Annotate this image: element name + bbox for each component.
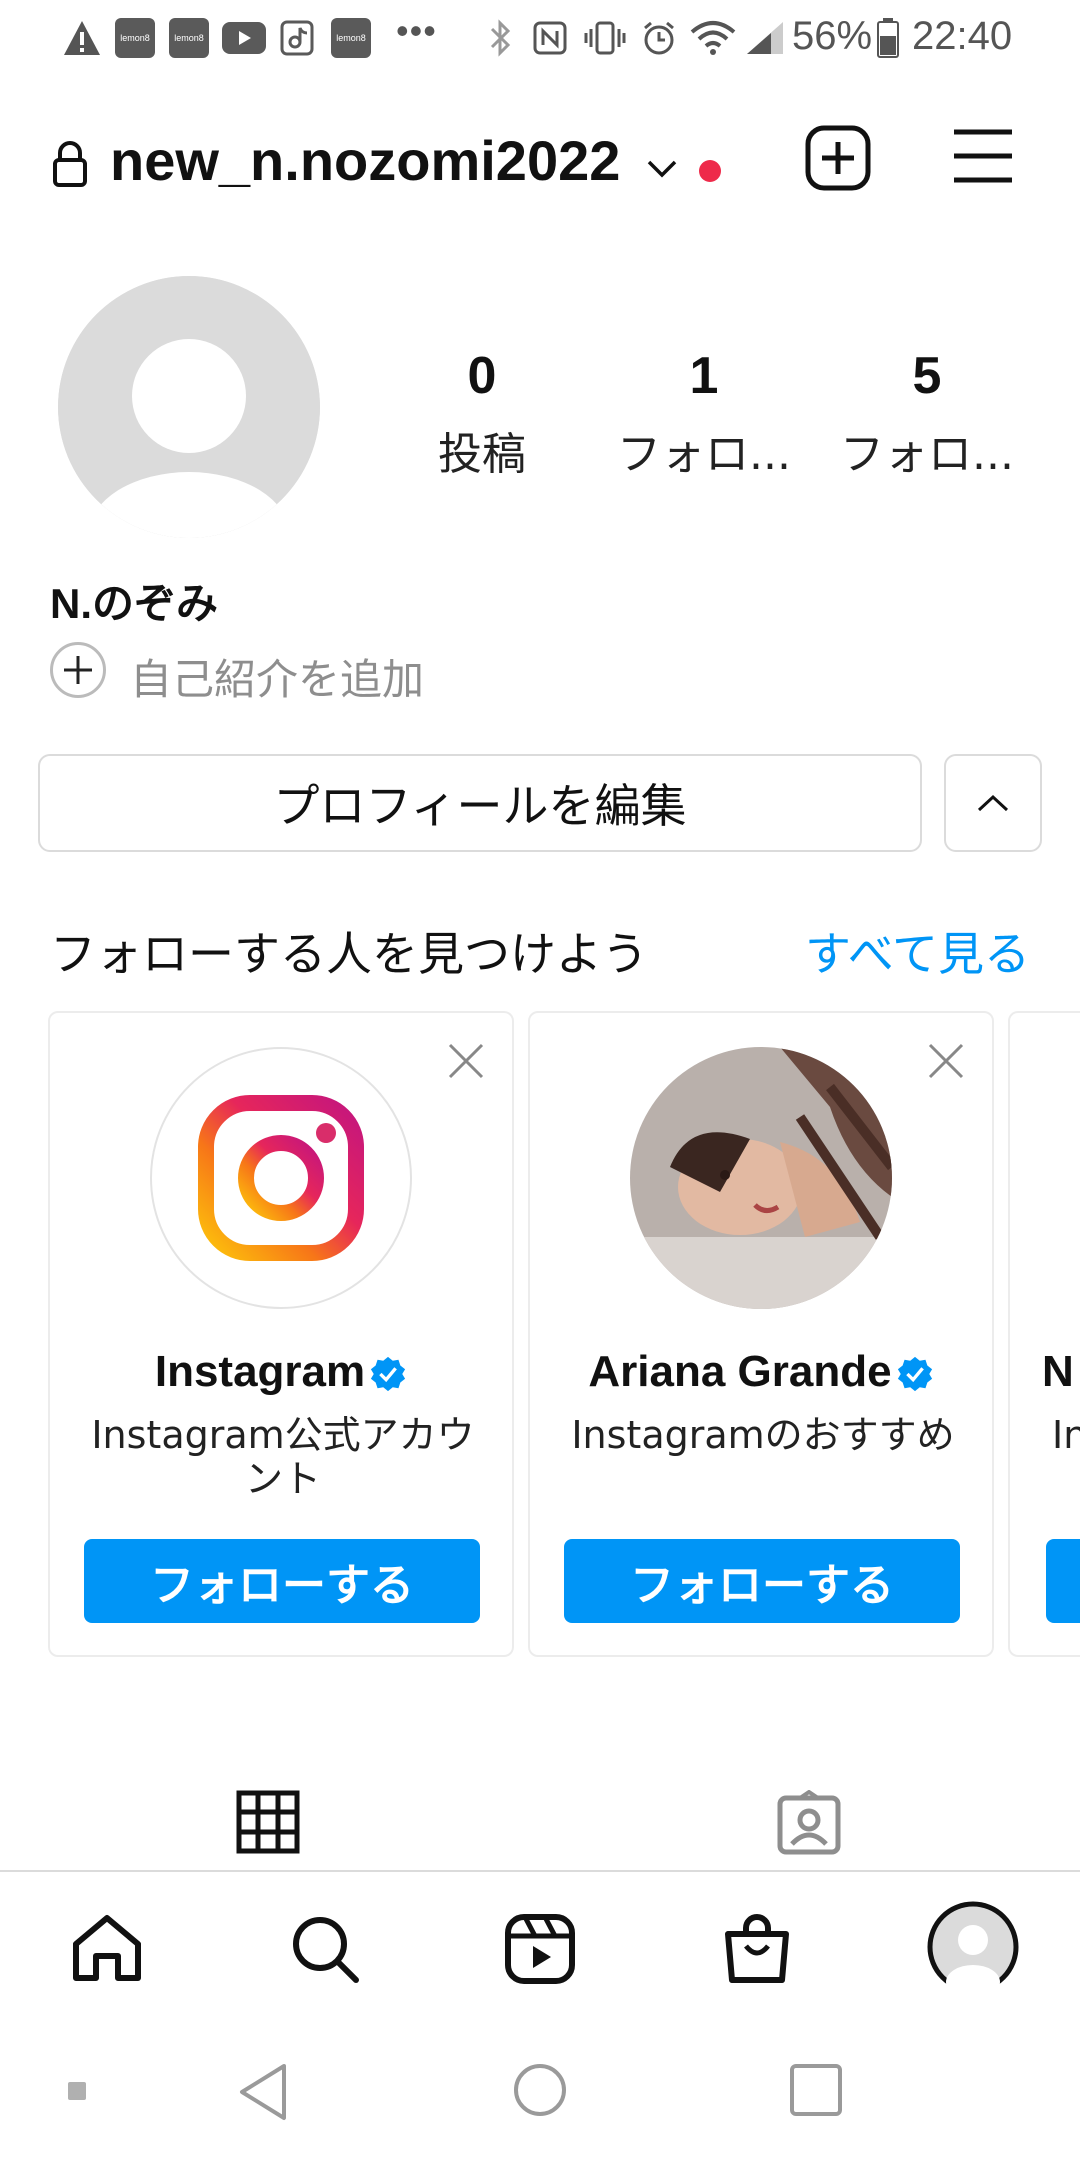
alert-icon bbox=[60, 18, 104, 58]
suggestion-subtitle: In bbox=[1052, 1413, 1080, 1457]
menu-icon[interactable] bbox=[952, 126, 1014, 188]
following-count[interactable]: 5 bbox=[827, 346, 1027, 406]
profile-photo-avatar[interactable] bbox=[630, 1047, 892, 1309]
battery-percent: 56% bbox=[792, 14, 873, 58]
lemon8-app-icon: lemon8 bbox=[115, 18, 155, 58]
bluetooth-icon bbox=[486, 18, 516, 58]
chevron-up-icon bbox=[977, 794, 1009, 812]
small-square-icon[interactable] bbox=[68, 2082, 86, 2100]
lemon8-app-icon: lemon8 bbox=[169, 18, 209, 58]
battery-icon bbox=[876, 18, 900, 58]
person-photo-icon bbox=[630, 1047, 892, 1309]
alarm-icon bbox=[640, 18, 678, 58]
followers-label[interactable]: フォロ... bbox=[604, 418, 804, 482]
follow-button[interactable] bbox=[1046, 1539, 1080, 1623]
grid-tab-icon[interactable] bbox=[236, 1790, 306, 1860]
reels-icon[interactable] bbox=[503, 1912, 577, 1986]
discover-people-title: フォローする人を見つけよう bbox=[50, 927, 648, 981]
profile-avatar-icon[interactable] bbox=[926, 1900, 1020, 1999]
youtube-app-icon bbox=[222, 18, 266, 58]
follow-button[interactable]: フォローする bbox=[84, 1539, 480, 1623]
bottom-navigation bbox=[0, 1872, 1080, 2022]
suggestion-card[interactable]: Ariana Grande Instagramのおすすめ フォローする bbox=[528, 1011, 994, 1657]
toggle-suggestions-button[interactable] bbox=[944, 754, 1042, 852]
nfc-icon bbox=[532, 18, 568, 58]
add-bio-link[interactable]: 自己紹介を追加 bbox=[130, 646, 424, 707]
profile-avatar[interactable] bbox=[58, 276, 320, 538]
close-icon[interactable] bbox=[924, 1039, 968, 1083]
system-navigation bbox=[0, 2022, 1080, 2160]
account-switcher[interactable]: new_n.nozomi2022 bbox=[110, 128, 620, 193]
display-name: N.のぞみ bbox=[50, 580, 219, 627]
clock: 22:40 bbox=[912, 14, 1013, 58]
signal-icon bbox=[744, 18, 786, 58]
home-button-icon[interactable] bbox=[512, 2062, 568, 2118]
close-icon[interactable] bbox=[444, 1039, 488, 1083]
more-notifications-indicator: ••• bbox=[396, 10, 437, 51]
back-icon[interactable] bbox=[236, 2062, 292, 2122]
posts-label[interactable]: 投稿 bbox=[382, 418, 582, 482]
lemon8-app-icon: lemon8 bbox=[331, 18, 371, 58]
instagram-logo-avatar[interactable] bbox=[150, 1047, 412, 1309]
suggestion-subtitle: Instagram公式アカウント bbox=[91, 1413, 475, 1501]
follow-button[interactable]: フォローする bbox=[564, 1539, 960, 1623]
tiktok-app-icon bbox=[278, 18, 316, 58]
see-all-link[interactable]: すべて見る bbox=[805, 918, 1030, 984]
recent-apps-icon[interactable] bbox=[788, 2062, 844, 2118]
default-avatar-icon bbox=[58, 276, 320, 538]
tagged-tab-icon[interactable] bbox=[776, 1789, 846, 1860]
following-label[interactable]: フォロ... bbox=[827, 418, 1027, 482]
suggestion-card[interactable]: N In bbox=[1008, 1011, 1080, 1657]
edit-profile-button[interactable]: プロフィールを編集 bbox=[38, 754, 922, 852]
verified-badge-icon bbox=[897, 1357, 932, 1392]
suggestion-subtitle: Instagramのおすすめ bbox=[571, 1413, 955, 1457]
instagram-logo-icon bbox=[198, 1095, 364, 1261]
followers-count[interactable]: 1 bbox=[604, 346, 804, 406]
lock-icon bbox=[52, 140, 92, 192]
suggestion-name[interactable]: Ariana Grande bbox=[530, 1347, 992, 1397]
suggestion-name[interactable]: Instagram bbox=[50, 1347, 512, 1397]
search-icon[interactable] bbox=[288, 1912, 362, 1986]
chevron-down-icon[interactable] bbox=[645, 150, 681, 186]
suggestion-card[interactable]: Instagram Instagram公式アカウント フォローする bbox=[48, 1011, 514, 1657]
home-icon[interactable] bbox=[70, 1912, 144, 1986]
shop-icon[interactable] bbox=[720, 1912, 794, 1986]
vibrate-icon bbox=[584, 18, 626, 58]
suggestion-name[interactable]: N bbox=[1042, 1347, 1080, 1397]
notification-dot bbox=[699, 160, 721, 182]
create-post-icon[interactable] bbox=[804, 124, 874, 194]
status-bar: lemon8 lemon8 lemon8 ••• 56% 22:40 bbox=[0, 0, 1080, 76]
verified-badge-icon bbox=[371, 1357, 406, 1392]
wifi-icon bbox=[690, 18, 736, 58]
posts-count[interactable]: 0 bbox=[382, 346, 582, 406]
add-bio-plus-icon[interactable] bbox=[50, 642, 106, 698]
